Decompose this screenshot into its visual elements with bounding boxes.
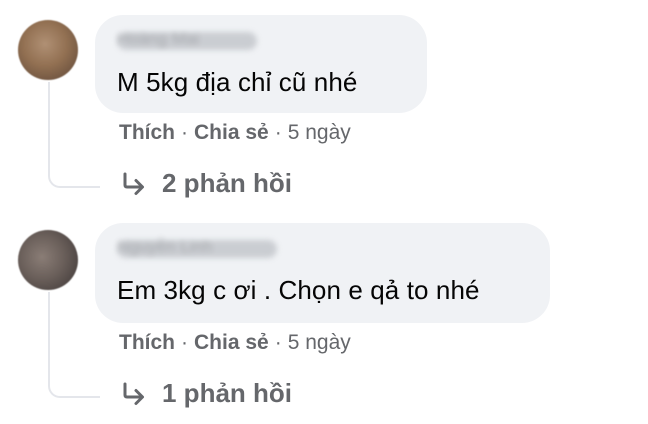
like-button[interactable]: Thích [119, 331, 175, 354]
share-button[interactable]: Chia sẻ [194, 121, 269, 144]
author-name[interactable]: Nguyễn Linh [117, 237, 212, 257]
view-replies-button[interactable]: 1 phản hồi [120, 378, 292, 409]
share-button[interactable]: Chia sẻ [194, 331, 269, 354]
comment-bubble: Hoàng Mai M 5kg địa chỉ cũ nhé [95, 15, 427, 113]
reply-arrow-icon [120, 381, 148, 407]
avatar[interactable] [18, 230, 78, 290]
comment-text: M 5kg địa chỉ cũ nhé [117, 67, 358, 97]
like-button[interactable]: Thích [119, 121, 175, 144]
comment-actions: Thích · Chia sẻ · 5 ngày [119, 121, 351, 145]
thread-connector [48, 292, 100, 398]
separator-dot: · [181, 121, 188, 144]
comment-timestamp[interactable]: 5 ngày [288, 121, 351, 144]
thread-connector [48, 82, 100, 188]
comment-thread: Hoàng Mai M 5kg địa chỉ cũ nhé Thích · Chi… [0, 0, 648, 424]
replies-count-label: 2 phản hồi [162, 168, 292, 198]
view-replies-button[interactable]: 2 phản hồi [120, 168, 292, 199]
author-name[interactable]: Hoàng Mai [117, 29, 199, 49]
comment-actions: Thích · Chia sẻ · 5 ngày [119, 331, 351, 355]
comment-text: Em 3kg c ơi . Chọn e qả to nhé [117, 275, 480, 305]
separator-dot: · [274, 121, 282, 144]
reply-arrow-icon [120, 171, 148, 197]
comment-bubble: Nguyễn Linh Em 3kg c ơi . Chọn e qả to n… [95, 223, 550, 323]
avatar[interactable] [18, 20, 78, 80]
separator-dot: · [181, 331, 188, 354]
comment-timestamp[interactable]: 5 ngày [288, 331, 351, 354]
separator-dot: · [274, 331, 282, 354]
replies-count-label: 1 phản hồi [162, 378, 292, 408]
